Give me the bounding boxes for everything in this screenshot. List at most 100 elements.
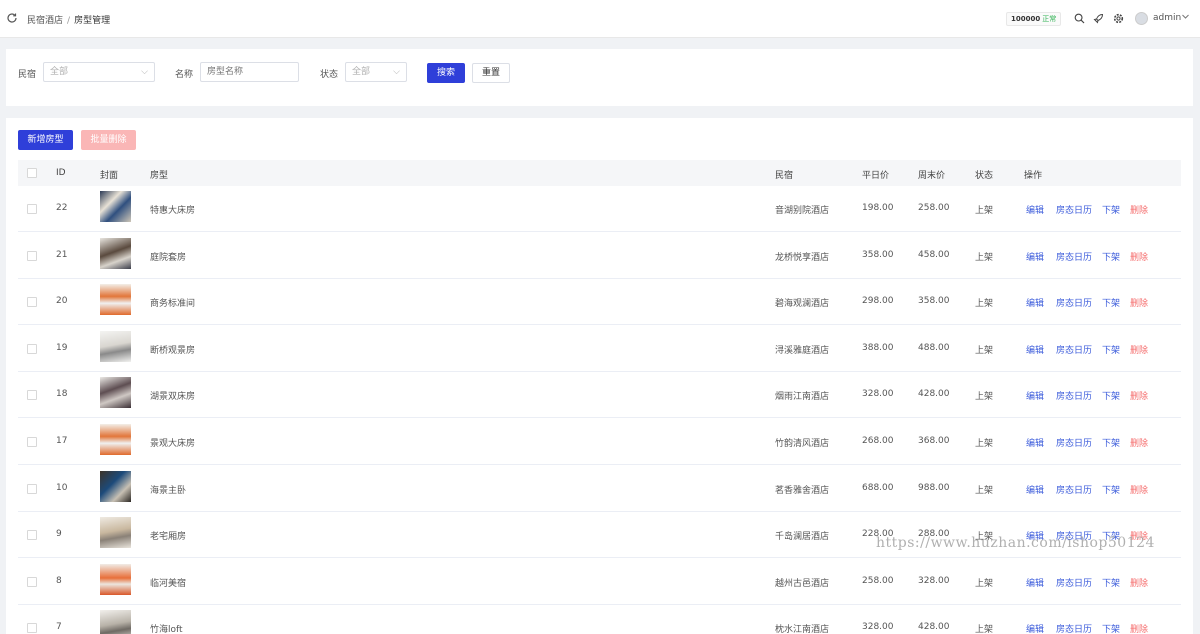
delete-link[interactable]: 删除 [1130,296,1148,309]
calendar-link[interactable]: 房态日历 [1056,576,1092,589]
row-weekday-price: 298.00 [862,296,894,307]
edit-link[interactable]: 编辑 [1026,483,1044,496]
gear-icon[interactable] [1113,13,1124,24]
row-checkbox[interactable] [27,343,37,354]
reset-button[interactable]: 重置 [472,63,510,83]
edit-link[interactable]: 编辑 [1026,203,1044,216]
row-checkbox[interactable] [27,576,37,587]
breadcrumb-separator: / [67,16,71,26]
rocket-icon[interactable] [1093,13,1104,24]
chevron-down-icon: ⌵ [393,67,400,77]
refresh-icon[interactable] [6,12,18,24]
table-header: ID 封面 房型 民宿 平日价 周末价 状态 操作 [18,160,1181,186]
row-status: 上架 [975,206,994,216]
row-id: 8 [56,575,62,586]
edit-link[interactable]: 编辑 [1026,529,1044,542]
column-header-actions: 操作 [1024,171,1043,181]
status-filter-label: 状态 [320,70,339,80]
username[interactable]: admin [1153,13,1181,23]
row-checkbox[interactable] [27,250,37,261]
edit-link[interactable]: 编辑 [1026,250,1044,263]
row-id: 19 [56,342,68,353]
column-header-cover: 封面 [100,171,119,181]
status-select-value: 全部 [352,67,371,77]
search-button[interactable]: 搜索 [427,63,465,83]
row-status: 上架 [975,578,994,589]
offshelf-link[interactable]: 下架 [1102,296,1120,309]
calendar-link[interactable]: 房态日历 [1056,436,1092,449]
row-checkbox[interactable] [27,530,37,541]
homestay-filter-label: 民宿 [18,70,37,80]
edit-link[interactable]: 编辑 [1026,622,1044,634]
column-header-weekday-price: 平日价 [862,171,890,181]
row-checkbox[interactable] [27,297,37,308]
row-checkbox[interactable] [27,437,37,447]
row-weekend-price: 368.00 [918,436,950,446]
batch-delete-button[interactable]: 批量删除 [81,130,136,150]
row-weekend-price: 988.00 [918,482,950,493]
chevron-down-icon[interactable] [1181,12,1190,24]
row-weekday-price: 388.00 [862,342,894,353]
offshelf-link[interactable]: 下架 [1102,250,1120,263]
calendar-link[interactable]: 房态日历 [1056,203,1092,216]
homestay-select[interactable]: 全部 ⌵ [43,62,155,82]
name-filter-label: 名称 [175,70,194,80]
room-cover-image [100,377,131,409]
room-cover-image [100,610,131,634]
row-checkbox[interactable] [27,623,37,634]
avatar[interactable] [1135,12,1148,25]
calendar-link[interactable]: 房态日历 [1056,389,1092,402]
table-row: 22 特惠大床房 音湖别院酒店 198.00 258.00 上架 编辑 房态日历 下架 删除 [18,186,1181,232]
offshelf-link[interactable]: 下架 [1102,529,1120,542]
offshelf-link[interactable]: 下架 [1102,203,1120,216]
edit-link[interactable]: 编辑 [1026,296,1044,309]
row-checkbox[interactable] [27,390,37,401]
row-weekday-price: 358.00 [862,249,894,260]
table-row: 21 庭院套房 龙桥悦享酒店 358.00 458.00 上架 编辑 房态日历 下架 删除 [18,233,1181,279]
select-all-checkbox[interactable] [27,168,37,178]
calendar-link[interactable]: 房态日历 [1056,296,1092,309]
offshelf-link[interactable]: 下架 [1102,389,1120,402]
offshelf-link[interactable]: 下架 [1102,576,1120,589]
offshelf-link[interactable]: 下架 [1102,343,1120,356]
delete-link[interactable]: 删除 [1130,529,1148,542]
add-room-type-button[interactable]: 新增房型 [18,130,73,150]
breadcrumb-home[interactable]: 民宿酒店 [27,16,63,26]
delete-link[interactable]: 删除 [1130,389,1148,402]
calendar-link[interactable]: 房态日历 [1056,250,1092,263]
edit-link[interactable]: 编辑 [1026,576,1044,589]
calendar-link[interactable]: 房态日历 [1056,343,1092,356]
row-homestay: 枕水江南酒店 [775,625,830,634]
delete-link[interactable]: 删除 [1130,343,1148,356]
edit-link[interactable]: 编辑 [1026,389,1044,402]
calendar-link[interactable]: 房态日历 [1056,529,1092,542]
delete-link[interactable]: 删除 [1130,203,1148,216]
row-room-type: 竹海loft [150,625,183,634]
row-homestay: 竹韵清风酒店 [775,439,830,449]
edit-link[interactable]: 编辑 [1026,436,1044,449]
row-checkbox[interactable] [27,483,37,494]
offshelf-link[interactable]: 下架 [1102,436,1120,449]
row-homestay: 浔溪雅庭酒店 [775,345,830,356]
table-row: 20 商务标准间 碧海观澜酒店 298.00 358.00 上架 编辑 房态日历 下架 删除 [18,279,1181,326]
row-checkbox[interactable] [27,204,37,214]
name-input[interactable] [200,62,299,82]
row-status: 上架 [975,252,994,263]
table-row: 19 断桥观景房 浔溪雅庭酒店 388.00 488.00 上架 编辑 房态日历 下架 删除 [18,326,1181,372]
search-icon[interactable] [1074,13,1085,24]
room-cover-image [100,424,131,455]
table-row: 9 老宅厢房 千岛澜居酒店 228.00 288.00 上架 编辑 房态日历 下架 删除 [18,512,1181,559]
delete-link[interactable]: 删除 [1130,250,1148,263]
status-select[interactable]: 全部 ⌵ [345,62,407,82]
offshelf-link[interactable]: 下架 [1102,483,1120,496]
row-status: 上架 [975,485,994,496]
calendar-link[interactable]: 房态日历 [1056,483,1092,496]
delete-link[interactable]: 删除 [1130,622,1148,634]
calendar-link[interactable]: 房态日历 [1056,622,1092,634]
delete-link[interactable]: 删除 [1130,576,1148,589]
offshelf-link[interactable]: 下架 [1102,622,1120,634]
row-weekend-price: 458.00 [918,249,950,260]
delete-link[interactable]: 删除 [1130,483,1148,496]
edit-link[interactable]: 编辑 [1026,343,1044,356]
delete-link[interactable]: 删除 [1130,436,1148,449]
